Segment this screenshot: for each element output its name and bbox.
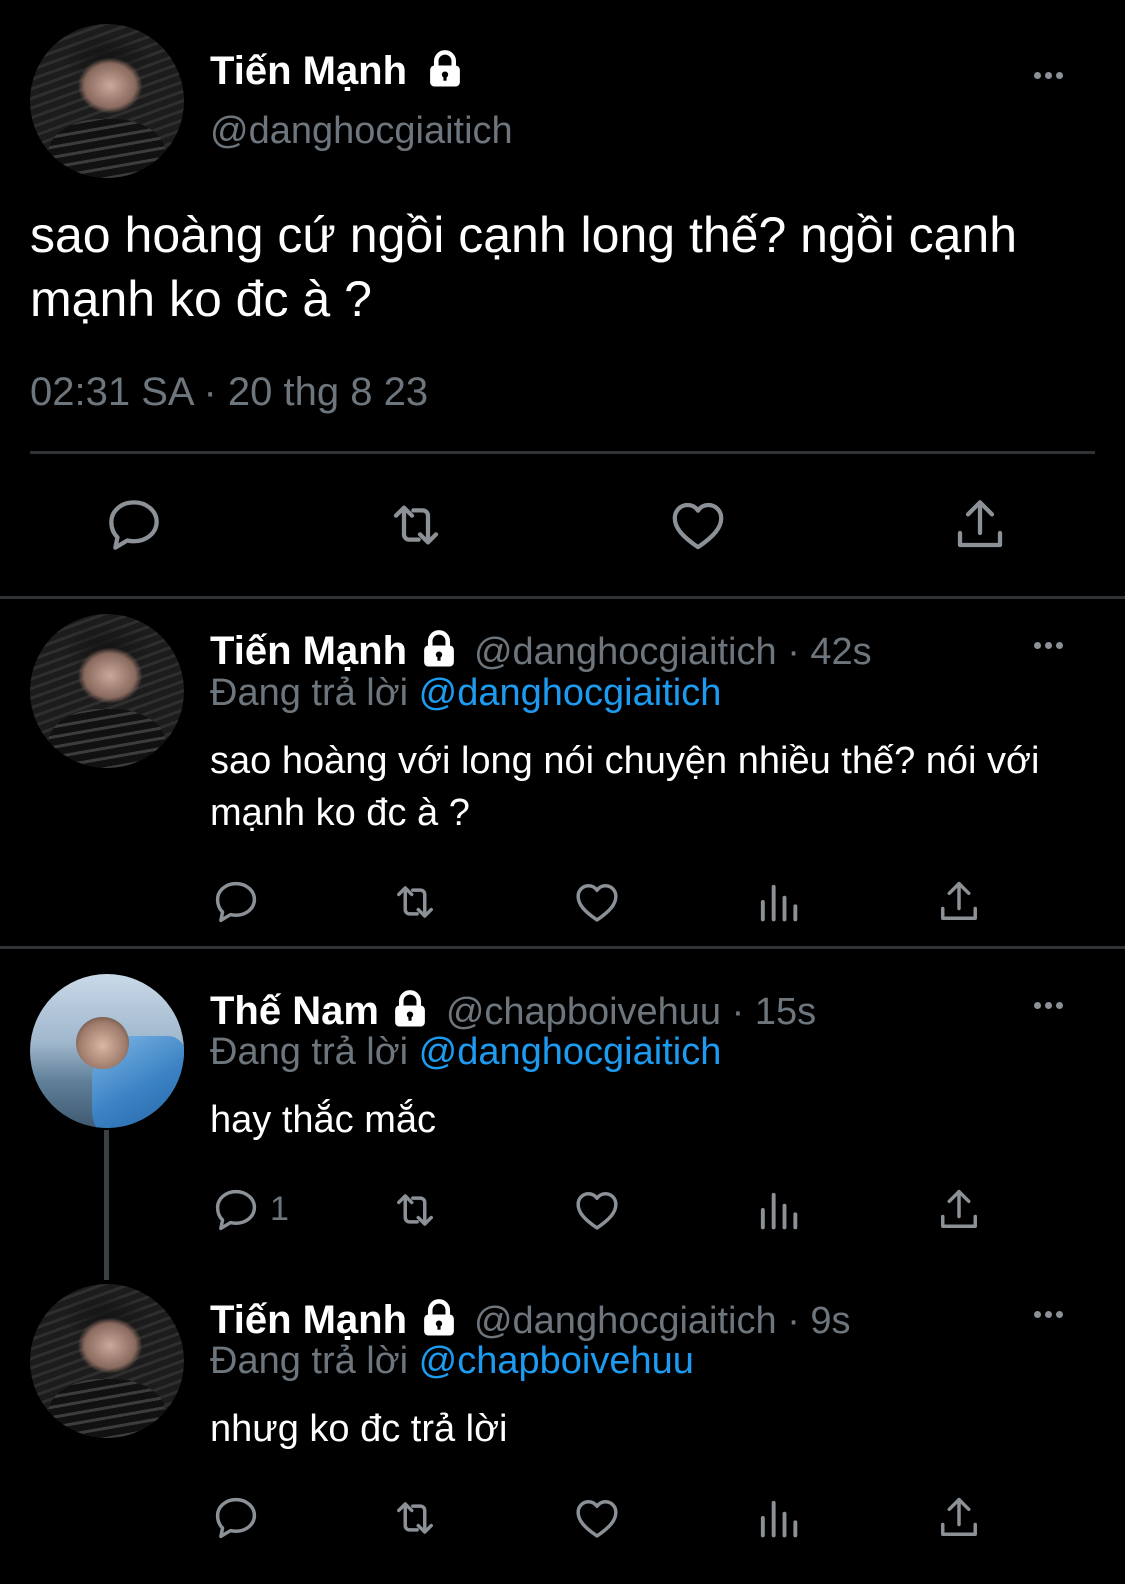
tweet-header: Thế Nam @chapboivehuu · 15s bbox=[210, 982, 816, 1034]
views-icon[interactable] bbox=[752, 876, 804, 928]
more-icon[interactable] bbox=[1032, 1305, 1065, 1323]
mention-link[interactable]: @chapboivehuu bbox=[419, 1340, 694, 1382]
more-icon[interactable] bbox=[1032, 996, 1065, 1014]
share-icon[interactable] bbox=[933, 1184, 985, 1236]
like-icon[interactable] bbox=[571, 1184, 623, 1236]
like-icon[interactable] bbox=[666, 493, 730, 557]
divider bbox=[0, 596, 1125, 599]
divider bbox=[30, 451, 1095, 454]
reply-icon[interactable] bbox=[210, 1492, 262, 1544]
timestamp[interactable]: 02:31 SA · 20 thg 8 23 bbox=[30, 370, 428, 415]
share-icon[interactable] bbox=[933, 876, 985, 928]
author-name[interactable]: Thế Nam bbox=[210, 989, 379, 1033]
more-icon[interactable] bbox=[1032, 636, 1065, 654]
author-name[interactable]: Tiến Mạnh bbox=[210, 42, 466, 94]
author-name[interactable]: Tiến Mạnh bbox=[210, 629, 407, 673]
tweet-text: sao hoàng cứ ngồi cạnh long thế? ngồi cạ… bbox=[30, 207, 1018, 327]
lock-icon bbox=[424, 48, 466, 90]
reply-icon[interactable] bbox=[102, 493, 166, 557]
avatar[interactable] bbox=[30, 974, 184, 1128]
tweet-text: hay thắc mắc bbox=[210, 1099, 436, 1141]
retweet-icon[interactable] bbox=[389, 1492, 441, 1544]
reply-icon[interactable] bbox=[210, 1184, 262, 1236]
views-icon[interactable] bbox=[752, 1184, 804, 1236]
tweet-text: nhưg ko đc trả lời bbox=[210, 1408, 508, 1450]
author-handle[interactable]: @danghocgiaitich bbox=[210, 110, 513, 153]
tweet-header: Tiến Mạnh @danghocgiaitich · 9s bbox=[210, 1291, 851, 1343]
like-icon[interactable] bbox=[571, 1492, 623, 1544]
tweet-header: Tiến Mạnh @danghocgiaitich · 42s bbox=[210, 622, 872, 674]
thread-line bbox=[104, 1130, 109, 1280]
reply-count: 1 bbox=[270, 1190, 289, 1228]
like-icon[interactable] bbox=[571, 876, 623, 928]
author-name[interactable]: Tiến Mạnh bbox=[210, 1298, 407, 1342]
retweet-icon[interactable] bbox=[384, 493, 448, 557]
lock-icon bbox=[389, 988, 431, 1030]
more-icon[interactable] bbox=[1032, 66, 1065, 84]
lock-icon bbox=[418, 1297, 460, 1339]
avatar[interactable] bbox=[30, 1284, 184, 1438]
author-handle[interactable]: @danghocgiaitich · 9s bbox=[474, 1300, 851, 1342]
reply-icon[interactable] bbox=[210, 876, 262, 928]
mention-link[interactable]: @danghocgiaitich bbox=[419, 1031, 722, 1073]
retweet-icon[interactable] bbox=[389, 876, 441, 928]
replying-to: Đang trả lời @danghocgiaitich bbox=[210, 672, 722, 714]
lock-icon bbox=[418, 628, 460, 670]
mention-link[interactable]: @danghocgiaitich bbox=[419, 672, 722, 714]
avatar[interactable] bbox=[30, 614, 184, 768]
divider bbox=[0, 946, 1125, 949]
views-icon[interactable] bbox=[752, 1492, 804, 1544]
replying-to: Đang trả lời @chapboivehuu bbox=[210, 1340, 694, 1382]
replying-to: Đang trả lời @danghocgiaitich bbox=[210, 1031, 722, 1073]
tweet-text: sao hoàng với long nói chuyện nhiều thế?… bbox=[210, 740, 1040, 834]
author-handle[interactable]: @danghocgiaitich · 42s bbox=[474, 631, 872, 673]
author-handle[interactable]: @chapboivehuu · 15s bbox=[446, 991, 816, 1033]
share-icon[interactable] bbox=[933, 1492, 985, 1544]
retweet-icon[interactable] bbox=[389, 1184, 441, 1236]
avatar[interactable] bbox=[30, 24, 184, 178]
share-icon[interactable] bbox=[948, 493, 1012, 557]
